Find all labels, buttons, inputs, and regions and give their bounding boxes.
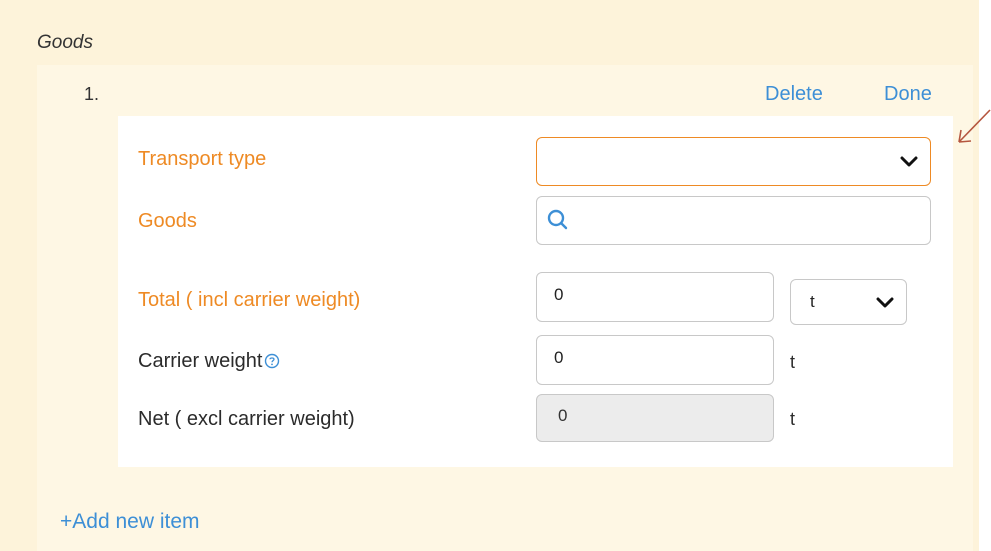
carrier-weight-value: 0 (554, 348, 564, 367)
total-weight-value: 0 (554, 285, 564, 304)
net-weight-label: Net ( excl carrier weight) (138, 408, 355, 430)
item-number: 1. (84, 84, 100, 104)
weight-unit-value: t (810, 292, 815, 311)
goods-search-input[interactable] (536, 196, 931, 245)
add-new-item-button[interactable]: +Add new item (60, 510, 200, 534)
net-weight-value: 0 (558, 406, 568, 425)
delete-button[interactable]: Delete (765, 83, 823, 106)
section-title: Goods (37, 32, 93, 53)
done-button[interactable]: Done (884, 83, 932, 106)
carrier-weight-label: Carrier weight (138, 350, 280, 373)
help-icon[interactable] (264, 353, 280, 369)
total-weight-label: Total ( incl carrier weight) (138, 289, 361, 311)
net-weight-unit: t (790, 409, 796, 429)
weight-unit-select[interactable]: t (790, 279, 907, 325)
chevron-down-icon (900, 156, 918, 167)
carrier-weight-unit: t (790, 352, 796, 372)
carrier-weight-label-text: Carrier weight (138, 350, 263, 372)
net-weight-input: 0 (536, 394, 774, 442)
chevron-down-icon (876, 297, 894, 308)
total-weight-input[interactable]: 0 (536, 272, 774, 322)
search-icon (547, 209, 568, 230)
carrier-weight-input[interactable]: 0 (536, 335, 774, 385)
transport-type-select[interactable] (536, 137, 931, 186)
goods-label: Goods (138, 210, 197, 232)
transport-type-label: Transport type (138, 148, 267, 170)
annotation-arrow-icon (958, 109, 991, 143)
